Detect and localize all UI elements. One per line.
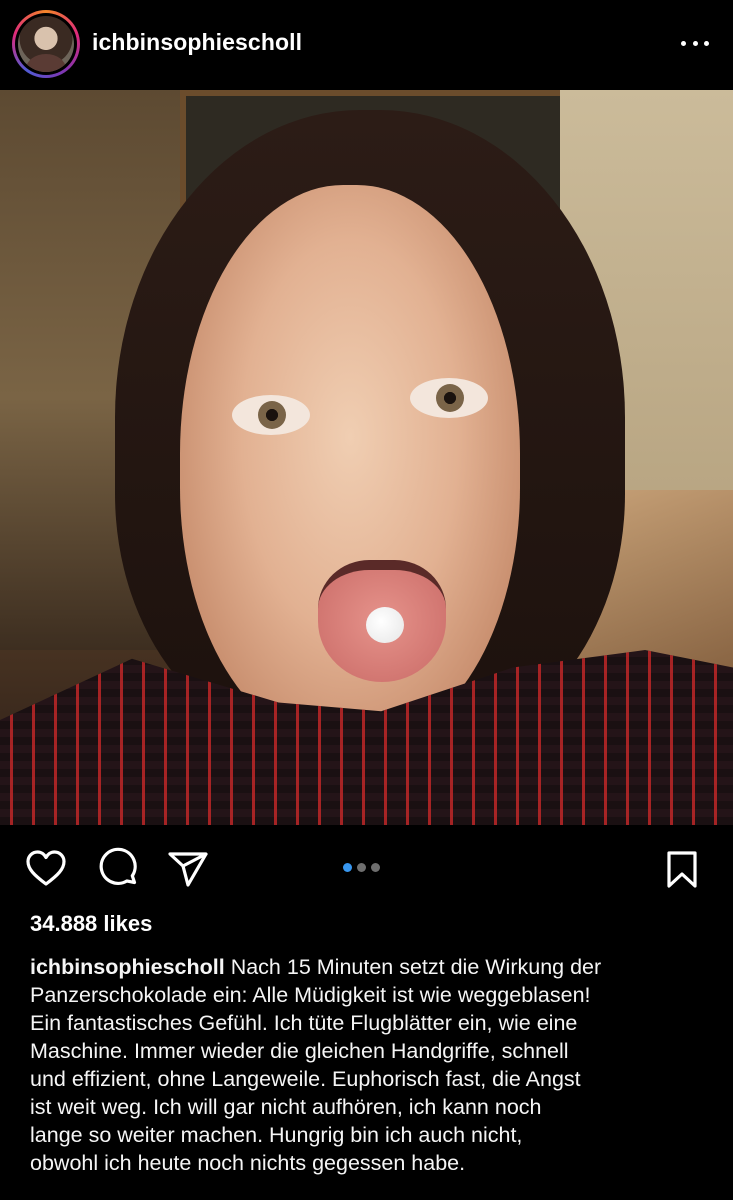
- heart-icon[interactable]: [24, 847, 68, 891]
- caption-line: Maschine. Immer wieder die gleichen Hand…: [30, 1039, 569, 1063]
- caption-line: lange so weiter machen. Hungrig bin ich …: [30, 1123, 523, 1147]
- post-header: ichbinsophiescholl: [0, 0, 733, 90]
- share-icon[interactable]: [166, 847, 210, 891]
- caption-username[interactable]: ichbinsophiescholl: [30, 955, 225, 979]
- carousel-dot: [371, 863, 380, 872]
- post-caption: ichbinsophiescholl Nach 15 Minuten setzt…: [30, 953, 720, 1177]
- more-options-icon[interactable]: [677, 30, 713, 56]
- caption-line: Panzerschokolade ein: Alle Müdigkeit ist…: [30, 983, 591, 1007]
- post-image[interactable]: [0, 90, 733, 825]
- post-action-bar: [0, 825, 733, 915]
- carousel-indicator: [343, 863, 380, 873]
- story-ring[interactable]: [12, 10, 80, 78]
- caption-line: ist weit weg. Ich will gar nicht aufhöre…: [30, 1095, 542, 1119]
- avatar[interactable]: [18, 16, 74, 72]
- bookmark-icon[interactable]: [660, 847, 704, 891]
- caption-line: Nach 15 Minuten setzt die Wirkung der: [230, 955, 602, 979]
- caption-line: Ein fantastisches Gefühl. Ich tüte Flugb…: [30, 1011, 578, 1035]
- post-username[interactable]: ichbinsophiescholl: [92, 29, 302, 56]
- carousel-dot: [357, 863, 366, 872]
- comment-icon[interactable]: [96, 847, 140, 891]
- likes-count[interactable]: 34.888 likes: [30, 911, 152, 937]
- caption-line: und effizient, ohne Langeweile. Euphoris…: [30, 1067, 581, 1091]
- carousel-dot: [343, 863, 352, 872]
- caption-line: obwohl ich heute noch nichts gegessen ha…: [30, 1151, 466, 1175]
